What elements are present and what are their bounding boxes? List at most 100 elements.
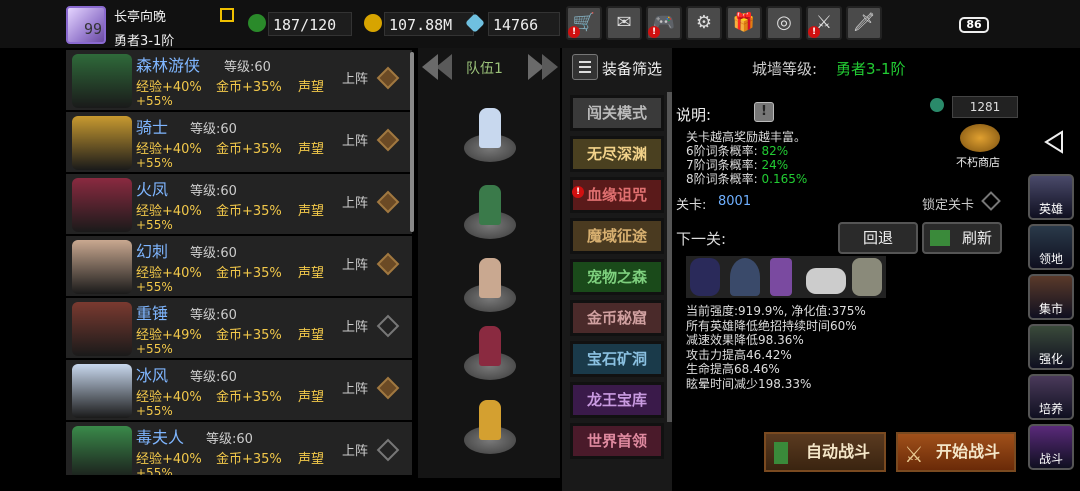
start-battle-button[interactable]: ⚔ 开始战斗 xyxy=(896,432,1016,472)
hero-row[interactable]: 冰风 等级:60 经验+40% 金币+35% 声望 +55% 上阵 xyxy=(66,360,412,422)
hero-gold-bonus: 金币+35% xyxy=(216,266,282,281)
hero-row[interactable]: 重锤 等级:60 经验+49% 金币+35% 声望 +55% 上阵 xyxy=(66,298,412,360)
hero-name: 森林游侠 xyxy=(136,56,201,75)
settings-gear-button[interactable]: ⚙ xyxy=(686,6,722,40)
lock-stage-checkbox[interactable] xyxy=(981,191,1001,211)
side-nav-hero[interactable]: 英雄 xyxy=(1028,174,1074,220)
immortal-shop-count: 1281 xyxy=(952,96,1018,118)
mode-button[interactable]: 血缘诅咒 xyxy=(570,177,664,213)
hero-row[interactable]: 毒夫人 等级:60 经验+40% 金币+35% 声望 +55% 上阵 xyxy=(66,422,412,475)
side-nav-market[interactable]: 集市 xyxy=(1028,274,1074,320)
hero-list-scrollbar[interactable] xyxy=(410,52,414,232)
refresh-label: 刷新 xyxy=(961,229,992,247)
mode-button[interactable]: 世界首领 xyxy=(570,423,664,459)
gift-button[interactable]: 🎁 xyxy=(726,6,762,40)
hero-portrait xyxy=(72,426,132,475)
team-slot-ice-wind[interactable] xyxy=(462,108,520,166)
hero-list[interactable]: 森林游侠 等级:60 经验+40% 金币+35% 声望 +55% 上阵 骑士 等级:60 经验+4… xyxy=(66,50,412,475)
hero-name: 冰风 xyxy=(136,366,169,385)
deploy-label[interactable]: 上阵 xyxy=(342,68,368,87)
rate-value: 24% xyxy=(761,158,789,172)
stat-line: 所有英雄降低绝招持续时间60% xyxy=(686,318,857,333)
monster-icon xyxy=(690,258,720,296)
team-slot-phantom-assassin[interactable] xyxy=(462,258,520,316)
deploy-label[interactable]: 上阵 xyxy=(342,192,368,211)
deploy-label[interactable]: 上阵 xyxy=(342,440,368,459)
color-wheel-button[interactable]: ◎ xyxy=(766,6,802,40)
deploy-toggle[interactable] xyxy=(376,314,400,338)
hero-gold-bonus: 金币+35% xyxy=(216,328,282,343)
mail-button[interactable]: ✉ xyxy=(606,6,642,40)
hero-portrait xyxy=(72,116,132,170)
mode-button[interactable]: 金币秘窟 xyxy=(570,300,664,336)
hero-level: 等级:60 xyxy=(190,122,237,137)
team-slot-knight[interactable] xyxy=(462,400,520,458)
deploy-toggle[interactable] xyxy=(376,190,400,214)
spider-currency-icon xyxy=(930,98,944,112)
deploy-toggle[interactable] xyxy=(376,438,400,462)
filter-menu-icon[interactable] xyxy=(572,54,598,80)
mode-button[interactable]: 宠物之森 xyxy=(570,259,664,295)
deploy-label[interactable]: 上阵 xyxy=(342,254,368,273)
stamina-value: 187/120 xyxy=(268,12,352,36)
stat-line: 攻击力提高46.42% xyxy=(686,347,792,362)
hero-prestige-label: 声望 xyxy=(298,142,325,157)
hero-row[interactable]: 火凤 等级:60 经验+40% 金币+35% 声望 +55% 上阵 xyxy=(66,174,412,236)
rate-label: 8阶词条概率: xyxy=(686,172,758,186)
hero-row[interactable]: 骑士 等级:60 经验+40% 金币+35% 声望 +55% 上阵 xyxy=(66,112,412,174)
mode-button[interactable]: 闯关模式 xyxy=(570,95,664,131)
side-nav-train[interactable]: 培养 xyxy=(1028,374,1074,420)
back-button[interactable]: 回退 xyxy=(838,222,918,254)
deploy-label[interactable]: 上阵 xyxy=(342,316,368,335)
side-nav-enhance[interactable]: 强化 xyxy=(1028,324,1074,370)
mode-button[interactable]: 无尽深渊 xyxy=(570,136,664,172)
team-slot-forest-ranger[interactable] xyxy=(462,185,520,243)
team-prev-button[interactable] xyxy=(420,52,454,82)
deploy-toggle[interactable] xyxy=(376,66,400,90)
player-level: 99 xyxy=(84,20,103,38)
equipment-filter-label[interactable]: 装备筛选 xyxy=(602,58,662,79)
hero-prestige-bonus: +55% xyxy=(136,466,173,475)
help-icon[interactable]: ! xyxy=(754,102,774,122)
refresh-button[interactable]: 刷新 xyxy=(922,222,1002,254)
team-slot-fire-phoenix[interactable] xyxy=(462,326,520,384)
deploy-toggle[interactable] xyxy=(376,252,400,276)
hero-exp-bonus: 经验+40% xyxy=(136,390,202,405)
side-nav-label: 战斗 xyxy=(1038,452,1063,466)
side-nav-battle[interactable]: 战斗 xyxy=(1028,424,1074,470)
hero-prestige-bonus: +55% xyxy=(136,280,173,294)
hero-gold-bonus: 金币+35% xyxy=(216,204,282,219)
hero-name: 重锤 xyxy=(136,304,169,323)
gold-value: 107.88M xyxy=(384,12,474,36)
hero-portrait xyxy=(72,54,132,108)
hero-gold-bonus: 金币+35% xyxy=(216,142,282,157)
auto-battle-label: 自动战斗 xyxy=(805,442,870,461)
hero-exp-bonus: 经验+40% xyxy=(136,452,202,467)
mode-button[interactable]: 宝石矿洞 xyxy=(570,341,664,377)
sword-button[interactable]: 🗡 xyxy=(846,6,882,40)
team-next-button[interactable] xyxy=(526,52,560,82)
mode-button[interactable]: 魔域征途 xyxy=(570,218,664,254)
player-avatar[interactable]: 99 xyxy=(66,6,106,44)
immortal-shop-label[interactable]: 不朽商店 xyxy=(956,154,1000,170)
stage-stats: 当前强度:919.9%, 净化值:375% 所有英雄降低绝招持续时间60% 减速… xyxy=(686,304,866,391)
back-triangle-icon[interactable] xyxy=(1044,130,1064,158)
immortal-shop-icon[interactable] xyxy=(960,124,1000,152)
deploy-label[interactable]: 上阵 xyxy=(342,130,368,149)
mode-button[interactable]: 龙王宝库 xyxy=(570,382,664,418)
hero-level: 等级:60 xyxy=(190,184,237,199)
hero-row[interactable]: 幻刺 等级:60 经验+40% 金币+35% 声望 +55% 上阵 xyxy=(66,236,412,298)
deploy-toggle[interactable] xyxy=(376,376,400,400)
side-nav-label: 英雄 xyxy=(1038,202,1063,216)
hero-prestige-bonus: +55% xyxy=(136,156,173,170)
flag-icon xyxy=(774,442,788,464)
deploy-label[interactable]: 上阵 xyxy=(342,378,368,397)
deploy-toggle[interactable] xyxy=(376,128,400,152)
auto-battle-button[interactable]: 自动战斗 xyxy=(764,432,886,472)
mode-scrollbar[interactable] xyxy=(667,92,672,422)
hero-prestige-label: 声望 xyxy=(298,204,325,219)
edit-name-icon[interactable] xyxy=(220,8,234,22)
side-nav-territory[interactable]: 领地 xyxy=(1028,224,1074,270)
crossed-swords-icon: ⚔ xyxy=(904,443,924,468)
hero-row[interactable]: 森林游侠 等级:60 经验+40% 金币+35% 声望 +55% 上阵 xyxy=(66,50,412,112)
